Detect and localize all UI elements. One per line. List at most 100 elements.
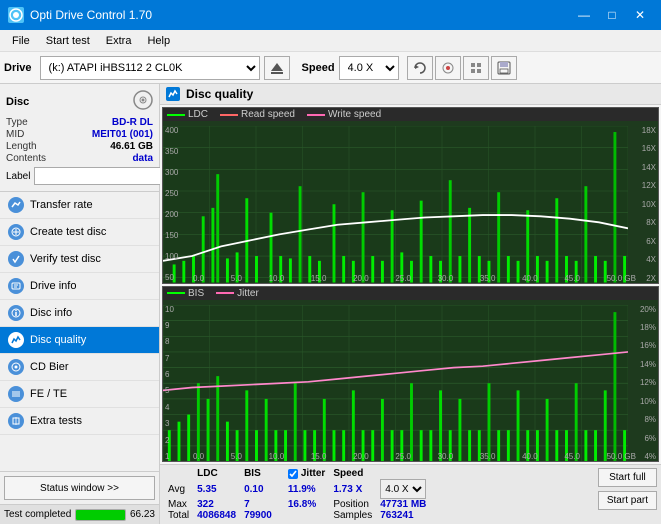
samples-value: 763241	[376, 510, 430, 521]
sidebar-label-drive-info: Drive info	[30, 280, 76, 292]
speed-select-stats[interactable]: 4.0 X	[380, 479, 426, 499]
sidebar-item-transfer-rate[interactable]: Transfer rate	[0, 192, 159, 219]
status-text: Test completed	[4, 509, 71, 520]
sidebar-item-fe-te[interactable]: FE / TE	[0, 381, 159, 408]
sidebar-item-extra-tests[interactable]: Extra tests	[0, 408, 159, 435]
max-ldc: 322	[193, 499, 240, 510]
progress-bar	[75, 509, 126, 521]
disc-contents-row: Contents data	[6, 153, 153, 164]
save-button[interactable]	[491, 56, 517, 80]
disc-length-row: Length 46.61 GB	[6, 141, 153, 152]
sidebar: Disc Type BD-R DL MID MEIT01 (001) Lengt…	[0, 84, 160, 524]
progress-fill	[76, 510, 125, 520]
menu-start-test[interactable]: Start test	[38, 33, 98, 49]
disc-info-icon	[8, 305, 24, 321]
menu-file[interactable]: File	[4, 33, 38, 49]
start-part-button[interactable]: Start part	[598, 491, 657, 510]
sidebar-label-extra-tests: Extra tests	[30, 415, 82, 427]
start-full-button[interactable]: Start full	[598, 468, 657, 487]
sidebar-item-cd-bier[interactable]: CD Bier	[0, 354, 159, 381]
menu-extra[interactable]: Extra	[98, 33, 140, 49]
sidebar-bottom: Status window >> Test completed 66.23	[0, 471, 159, 524]
position-label: Position	[329, 499, 376, 510]
avg-jitter: 11.9%	[284, 479, 329, 499]
disc-mid-value: MEIT01 (001)	[92, 129, 153, 140]
close-button[interactable]: ✕	[627, 5, 653, 25]
progress-value: 66.23	[130, 509, 155, 520]
sidebar-label-transfer-rate: Transfer rate	[30, 199, 93, 211]
drive-info-icon	[8, 278, 24, 294]
sidebar-label-verify-test-disc: Verify test disc	[30, 253, 101, 265]
max-label: Max	[164, 499, 193, 510]
samples-label: Samples	[329, 510, 376, 521]
legend-write-speed: Write speed	[328, 109, 381, 120]
total-ldc: 4086848	[193, 510, 240, 521]
disc-label-label: Label	[6, 171, 30, 182]
avg-ldc: 5.35	[193, 479, 240, 499]
minimize-button[interactable]: —	[571, 5, 597, 25]
avg-label: Avg	[164, 479, 193, 499]
disc-panel-icon	[133, 90, 153, 113]
refresh-button[interactable]	[407, 56, 433, 80]
legend-jitter: Jitter	[237, 288, 259, 299]
disc-label-row: Label	[6, 167, 153, 185]
jitter-label: Jitter	[301, 468, 325, 479]
speed-select[interactable]: 4.0 X	[339, 56, 399, 80]
verify-test-disc-icon	[8, 251, 24, 267]
avg-bis: 0.10	[240, 479, 276, 499]
burn-button[interactable]	[435, 56, 461, 80]
drive-select[interactable]: (k:) ATAPI iHBS112 2 CL0K	[40, 56, 260, 80]
sidebar-label-cd-bier: CD Bier	[30, 361, 69, 373]
disc-mid-label: MID	[6, 129, 24, 140]
main-layout: Disc Type BD-R DL MID MEIT01 (001) Lengt…	[0, 84, 661, 524]
disc-label-input[interactable]	[34, 167, 172, 185]
menu-help[interactable]: Help	[139, 33, 178, 49]
status-window-button[interactable]: Status window >>	[4, 476, 155, 500]
speed-label: Speed	[302, 62, 335, 74]
disc-type-value: BD-R DL	[112, 117, 153, 128]
sidebar-item-verify-test-disc[interactable]: Verify test disc	[0, 246, 159, 273]
avg-speed: 1.73 X	[329, 479, 376, 499]
title-bar: Opti Drive Control 1.70 — □ ✕	[0, 0, 661, 30]
sidebar-item-create-test-disc[interactable]: Create test disc	[0, 219, 159, 246]
sidebar-item-disc-info[interactable]: Disc info	[0, 300, 159, 327]
settings-button[interactable]	[463, 56, 489, 80]
transfer-rate-icon	[8, 197, 24, 213]
title-bar-left: Opti Drive Control 1.70	[8, 7, 152, 23]
chart1-svg	[163, 126, 628, 283]
sidebar-item-drive-info[interactable]: Drive info	[0, 273, 159, 300]
chart2-svg	[163, 305, 628, 462]
disc-length-value: 46.61 GB	[110, 141, 153, 152]
disc-quality-header-icon	[166, 87, 180, 101]
stats-bar: LDC BIS Jitter Speed Avg 5.35 0.10	[160, 464, 661, 524]
sidebar-item-disc-quality[interactable]: Disc quality	[0, 327, 159, 354]
app-icon	[8, 7, 24, 23]
total-bis: 79900	[240, 510, 276, 521]
sidebar-label-disc-quality: Disc quality	[30, 334, 86, 346]
create-test-disc-icon	[8, 224, 24, 240]
sidebar-label-disc-info: Disc info	[30, 307, 72, 319]
disc-quality-header: Disc quality	[160, 84, 661, 105]
toolbar-icons	[407, 56, 517, 80]
content-area: Disc quality LDC Read speed Wr	[160, 84, 661, 524]
legend-ldc: LDC	[188, 109, 208, 120]
disc-length-label: Length	[6, 141, 37, 152]
title-bar-controls: — □ ✕	[571, 5, 653, 25]
menu-bar: File Start test Extra Help	[0, 30, 661, 52]
action-buttons: Start full Start part	[598, 468, 657, 510]
disc-mid-row: MID MEIT01 (001)	[6, 129, 153, 140]
eject-button[interactable]	[264, 56, 290, 80]
drive-toolbar: Drive (k:) ATAPI iHBS112 2 CL0K Speed 4.…	[0, 52, 661, 84]
title-bar-title: Opti Drive Control 1.70	[30, 8, 152, 22]
nav-items: Transfer rate Create test disc Verify te…	[0, 192, 159, 471]
sidebar-label-fe-te: FE / TE	[30, 388, 67, 400]
legend-bis: BIS	[188, 288, 204, 299]
max-jitter: 16.8%	[284, 499, 329, 510]
jitter-checkbox[interactable]	[288, 469, 298, 479]
maximize-button[interactable]: □	[599, 5, 625, 25]
disc-quality-title: Disc quality	[186, 87, 253, 101]
extra-tests-icon	[8, 413, 24, 429]
disc-quality-icon	[8, 332, 24, 348]
cd-bier-icon	[8, 359, 24, 375]
disc-panel: Disc Type BD-R DL MID MEIT01 (001) Lengt…	[0, 84, 159, 192]
